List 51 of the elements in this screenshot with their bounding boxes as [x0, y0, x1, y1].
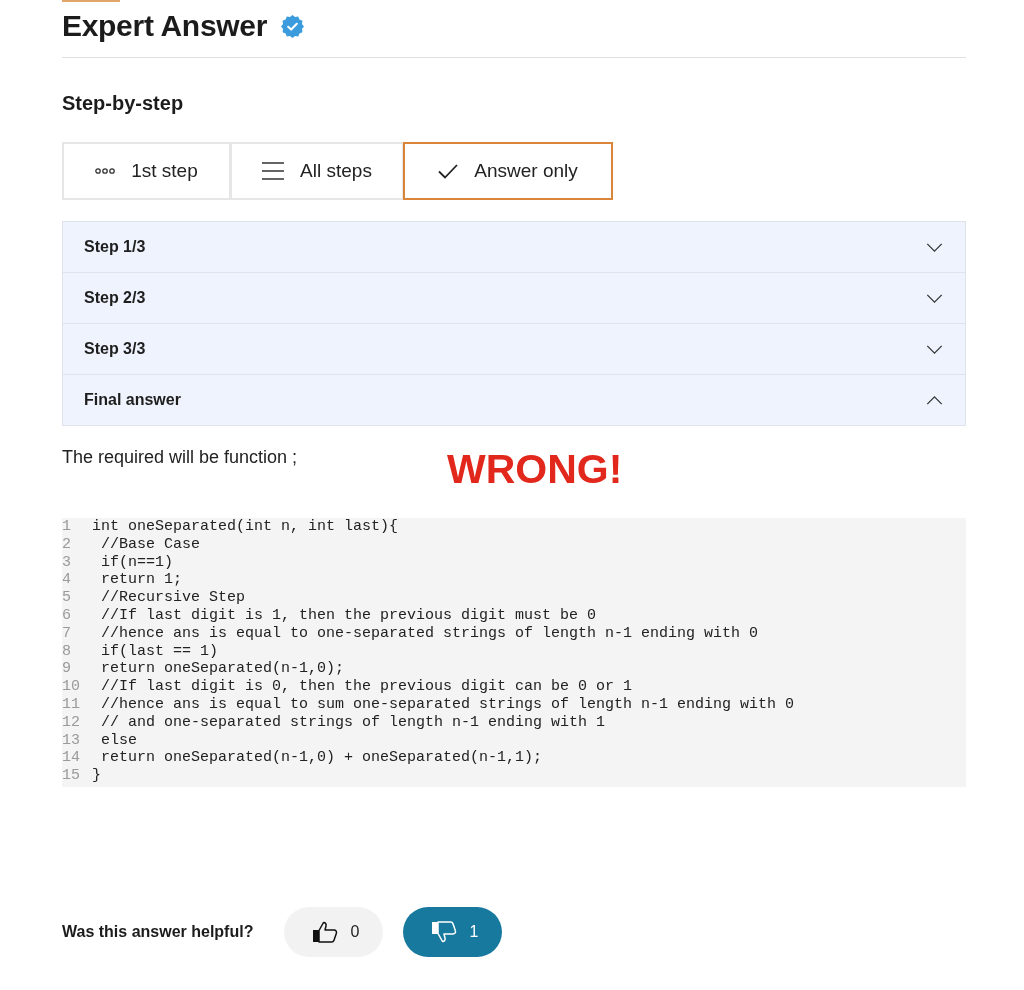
view-tab[interactable]: 1st step	[62, 142, 231, 200]
dots-icon	[95, 168, 116, 174]
answer-intro-text: The required will be function ;	[62, 446, 298, 469]
thumbs-up-icon	[312, 920, 339, 943]
code-line: if(last == 1)	[100, 642, 219, 661]
feedback-question: Was this answer helpful?	[62, 922, 254, 941]
annotation-text: WRONG!	[447, 446, 623, 492]
code-line: //Recursive Step	[100, 589, 246, 607]
code-line: //hence ans is equal to sum one-separated strings of length n-1 ending with 0	[100, 695, 795, 714]
line-number: 9	[62, 660, 71, 678]
line-number: 7	[62, 624, 71, 642]
checkmark-icon	[438, 163, 459, 179]
line-number: 11	[62, 695, 80, 713]
accordion-header[interactable]: Step 3/3	[62, 323, 966, 375]
code-line: if(n==1)	[100, 553, 173, 572]
line-number: 4	[62, 571, 71, 589]
thumbs-down-icon	[431, 920, 458, 943]
code-line: int oneSeparated(int n, int last){	[92, 518, 399, 536]
line-number: 8	[62, 642, 71, 660]
accordion-header[interactable]: Step 1/3	[62, 221, 966, 273]
code-line: // and one-separated strings of length n-1 ending with 1	[100, 713, 606, 732]
code-line: else	[100, 731, 137, 750]
line-number: 5	[62, 589, 71, 607]
code-line: return oneSeparated(n-1,0) + oneSeparated(n-1,1);	[100, 749, 543, 768]
code-line: //Base Case	[100, 535, 201, 554]
list-lines-icon	[262, 162, 285, 180]
line-number: 13	[62, 731, 80, 749]
section-heading: Step-by-step	[62, 91, 184, 116]
dislike-button[interactable]: 1	[403, 906, 503, 957]
code-line: //hence ans is equal to one-separated strings of length n-1 ending with 0	[100, 624, 759, 643]
code-line: //If last digit is 0, then the previous digit can be 0 or 1	[100, 678, 633, 696]
accordion-header[interactable]: Step 2/3	[62, 272, 966, 324]
code-line: return oneSeparated(n-1,0);	[100, 660, 345, 679]
line-number: 15	[62, 767, 80, 785]
accordion-header[interactable]: Final answer	[62, 374, 966, 426]
code-line: }	[92, 767, 101, 785]
line-number: 10	[62, 678, 80, 696]
line-number: 1	[62, 518, 71, 535]
view-tab[interactable]: Answer only	[403, 142, 613, 200]
accent-bar	[62, 0, 120, 2]
code-line: //If last digit is 1, then the previous digit must be 0	[100, 607, 597, 625]
line-number: 2	[62, 535, 71, 553]
page-title: Expert Answer	[62, 8, 268, 44]
like-button[interactable]: 0	[284, 906, 384, 957]
line-number: 14	[62, 749, 80, 767]
line-number: 12	[62, 713, 80, 731]
verified-badge-icon	[281, 14, 305, 38]
line-number: 3	[62, 553, 71, 571]
code-line: return 1;	[100, 571, 182, 590]
view-tab[interactable]: All steps	[230, 142, 404, 200]
line-number: 6	[62, 607, 71, 624]
